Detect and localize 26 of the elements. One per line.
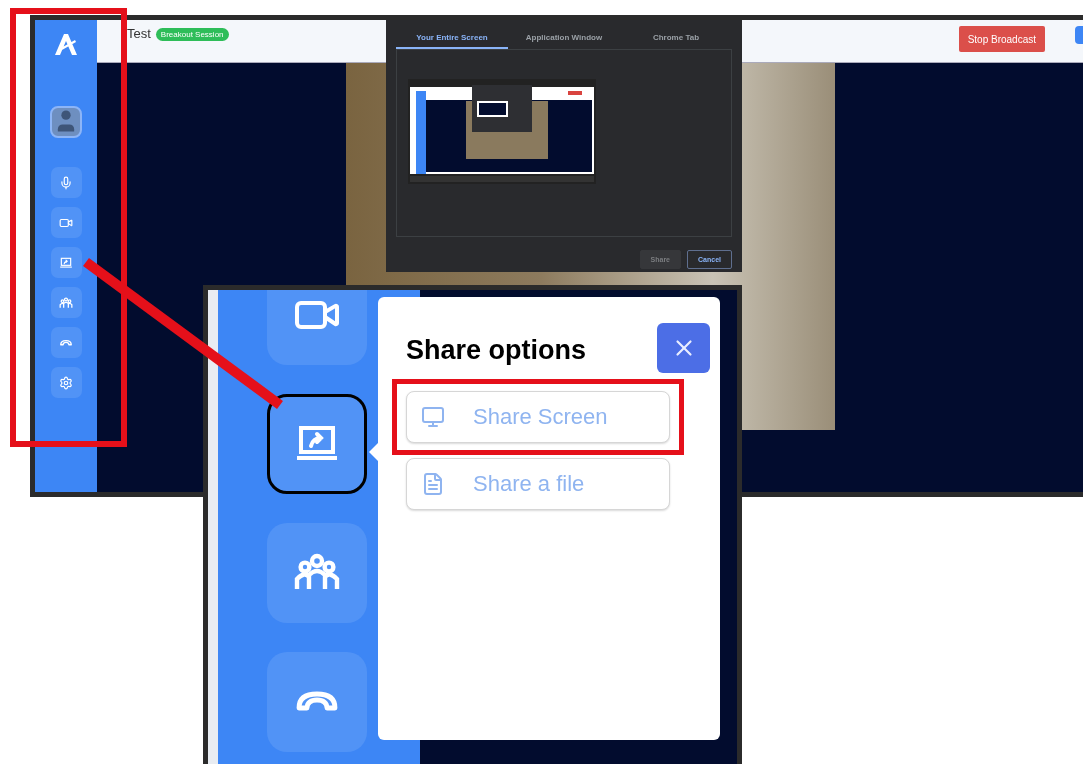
- screen-share-icon: [59, 255, 73, 270]
- dialog-tab[interactable]: Chrome Tab: [620, 28, 732, 49]
- dialog-tab[interactable]: Your Entire Screen: [396, 28, 508, 49]
- camera-button[interactable]: [50, 207, 82, 238]
- close-button[interactable]: [657, 323, 710, 373]
- people-icon: [59, 295, 73, 310]
- avatar-button[interactable]: [50, 106, 82, 138]
- settings-button[interactable]: [50, 367, 82, 398]
- stop-broadcast-button[interactable]: Stop Broadcast: [958, 26, 1045, 52]
- camera-button[interactable]: [267, 290, 367, 365]
- hangup-button[interactable]: [267, 652, 367, 752]
- file-icon: [421, 472, 445, 496]
- session-badge: Breakout Session: [155, 28, 229, 41]
- hangup-button[interactable]: [50, 327, 82, 358]
- monitor-icon: [421, 405, 445, 429]
- people-button[interactable]: [50, 287, 82, 318]
- settings-icon: [59, 375, 73, 390]
- microphone-icon: [59, 175, 73, 190]
- mic-button[interactable]: [50, 167, 82, 198]
- session-title: Test: [127, 26, 151, 41]
- share-button[interactable]: [267, 394, 367, 494]
- dialog-tab[interactable]: Application Window: [508, 28, 620, 49]
- people-button[interactable]: [267, 523, 367, 623]
- side-tab-icon[interactable]: [1075, 26, 1083, 44]
- logo-icon: [53, 32, 79, 56]
- popover-title: Share options: [406, 335, 587, 366]
